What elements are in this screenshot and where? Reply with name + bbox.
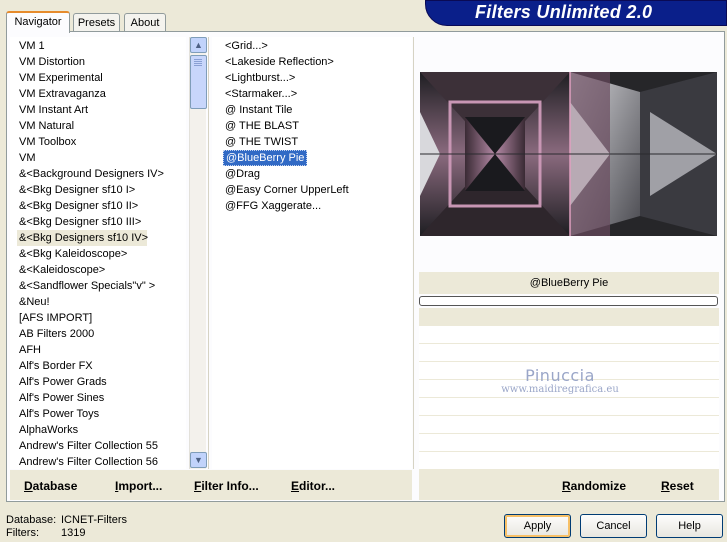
category-item[interactable]: VM 1: [17, 38, 47, 54]
parameter-row: [419, 344, 719, 362]
filter-item[interactable]: @BlueBerry Pie: [223, 150, 308, 166]
watermark-name: Pinuccia: [525, 366, 595, 385]
scroll-grip-icon: [194, 59, 202, 67]
filter-list[interactable]: <Grid...> <Lakeside Reflection> <Lightburs…: [212, 37, 412, 469]
category-item[interactable]: Alf's Power Toys: [17, 406, 101, 422]
parameter-area: [419, 308, 719, 326]
parameter-row: [419, 416, 719, 434]
category-item[interactable]: VM Experimental: [17, 70, 105, 86]
category-scrollbar[interactable]: ▲ ▼: [189, 37, 207, 469]
progress-bar: [419, 296, 718, 306]
filter-item[interactable]: @ THE BLAST: [223, 118, 301, 134]
filter-item[interactable]: @Drag: [223, 166, 262, 182]
category-list[interactable]: VM 1 VM Distortion VM Experimental VM Extra…: [10, 37, 186, 469]
reset-button[interactable]: Reset: [661, 479, 694, 493]
help-button[interactable]: Help: [656, 514, 723, 538]
watermark-url: www.maidiregrafica.eu: [501, 384, 619, 395]
category-item[interactable]: VM: [17, 150, 38, 166]
category-item[interactable]: &<Bkg Designers sf10 IV>: [17, 230, 148, 246]
parameter-row: [419, 452, 719, 470]
category-item[interactable]: Andrew's Filter Collection 56: [17, 454, 160, 469]
tab-about[interactable]: About: [124, 13, 166, 32]
editor-button[interactable]: Editor...: [291, 479, 335, 493]
category-item[interactable]: Andrew's Filter Collection 55: [17, 438, 160, 454]
parameter-row: [419, 398, 719, 416]
filter-item[interactable]: @ THE TWIST: [223, 134, 300, 150]
import-button[interactable]: Import...: [115, 479, 162, 493]
category-item[interactable]: &<Bkg Designer sf10 II>: [17, 198, 140, 214]
apply-button[interactable]: Apply: [504, 514, 571, 538]
filter-item[interactable]: <Starmaker...>: [223, 86, 299, 102]
parameter-row: [419, 434, 719, 452]
divider: [413, 37, 414, 469]
tab-navigator[interactable]: Navigator: [6, 11, 70, 33]
category-item[interactable]: VM Distortion: [17, 54, 87, 70]
database-value: ICNET-Filters: [61, 514, 127, 526]
cancel-button[interactable]: Cancel: [580, 514, 647, 538]
category-item[interactable]: &<Bkg Kaleidoscope>: [17, 246, 129, 262]
database-label: Database:: [6, 514, 57, 526]
category-item[interactable]: VM Instant Art: [17, 102, 90, 118]
category-item[interactable]: [AFS IMPORT]: [17, 310, 94, 326]
filter-preview-image: [420, 72, 717, 236]
filter-info-button[interactable]: Filter Info...: [194, 479, 259, 493]
divider: [208, 37, 209, 469]
category-item[interactable]: &<Background Designers IV>: [17, 166, 166, 182]
app-title: Filters Unlimited 2.0: [475, 2, 653, 22]
category-item[interactable]: AB Filters 2000: [17, 326, 96, 342]
filters-label: Filters:: [6, 527, 39, 539]
filter-item[interactable]: @ Instant Tile: [223, 102, 294, 118]
category-item[interactable]: VM Natural: [17, 118, 76, 134]
category-item[interactable]: &Neu!: [17, 294, 52, 310]
category-item[interactable]: Alf's Power Sines: [17, 390, 106, 406]
scroll-up-button[interactable]: ▲: [190, 37, 207, 53]
tab-presets[interactable]: Presets: [73, 13, 120, 32]
category-item[interactable]: Alf's Power Grads: [17, 374, 109, 390]
filter-item[interactable]: <Lightburst...>: [223, 70, 297, 86]
database-button[interactable]: Database: [24, 479, 77, 493]
filters-count: 1319: [61, 527, 86, 539]
watermark: Pinuccia www.maidiregrafica.eu: [485, 366, 635, 395]
filter-item[interactable]: <Lakeside Reflection>: [223, 54, 336, 70]
parameter-row: [419, 326, 719, 344]
category-item[interactable]: AFH: [17, 342, 43, 358]
scroll-down-button[interactable]: ▼: [190, 452, 207, 468]
filter-item[interactable]: @FFG Xaggerate...: [223, 198, 323, 214]
randomize-button[interactable]: Randomize: [562, 479, 626, 493]
selected-filter-name: @BlueBerry Pie: [419, 272, 719, 294]
category-item[interactable]: &<Bkg Designer sf10 I>: [17, 182, 137, 198]
category-item[interactable]: &<Bkg Designer sf10 III>: [17, 214, 143, 230]
category-item[interactable]: &<Kaleidoscope>: [17, 262, 107, 278]
category-item[interactable]: AlphaWorks: [17, 422, 80, 438]
filter-item[interactable]: <Grid...>: [223, 38, 270, 54]
category-item[interactable]: Alf's Border FX: [17, 358, 95, 374]
filter-item[interactable]: @Easy Corner UpperLeft: [223, 182, 351, 198]
category-item[interactable]: VM Extravaganza: [17, 86, 108, 102]
category-item[interactable]: &<Sandflower Specials"v" >: [17, 278, 157, 294]
category-item[interactable]: VM Toolbox: [17, 134, 78, 150]
